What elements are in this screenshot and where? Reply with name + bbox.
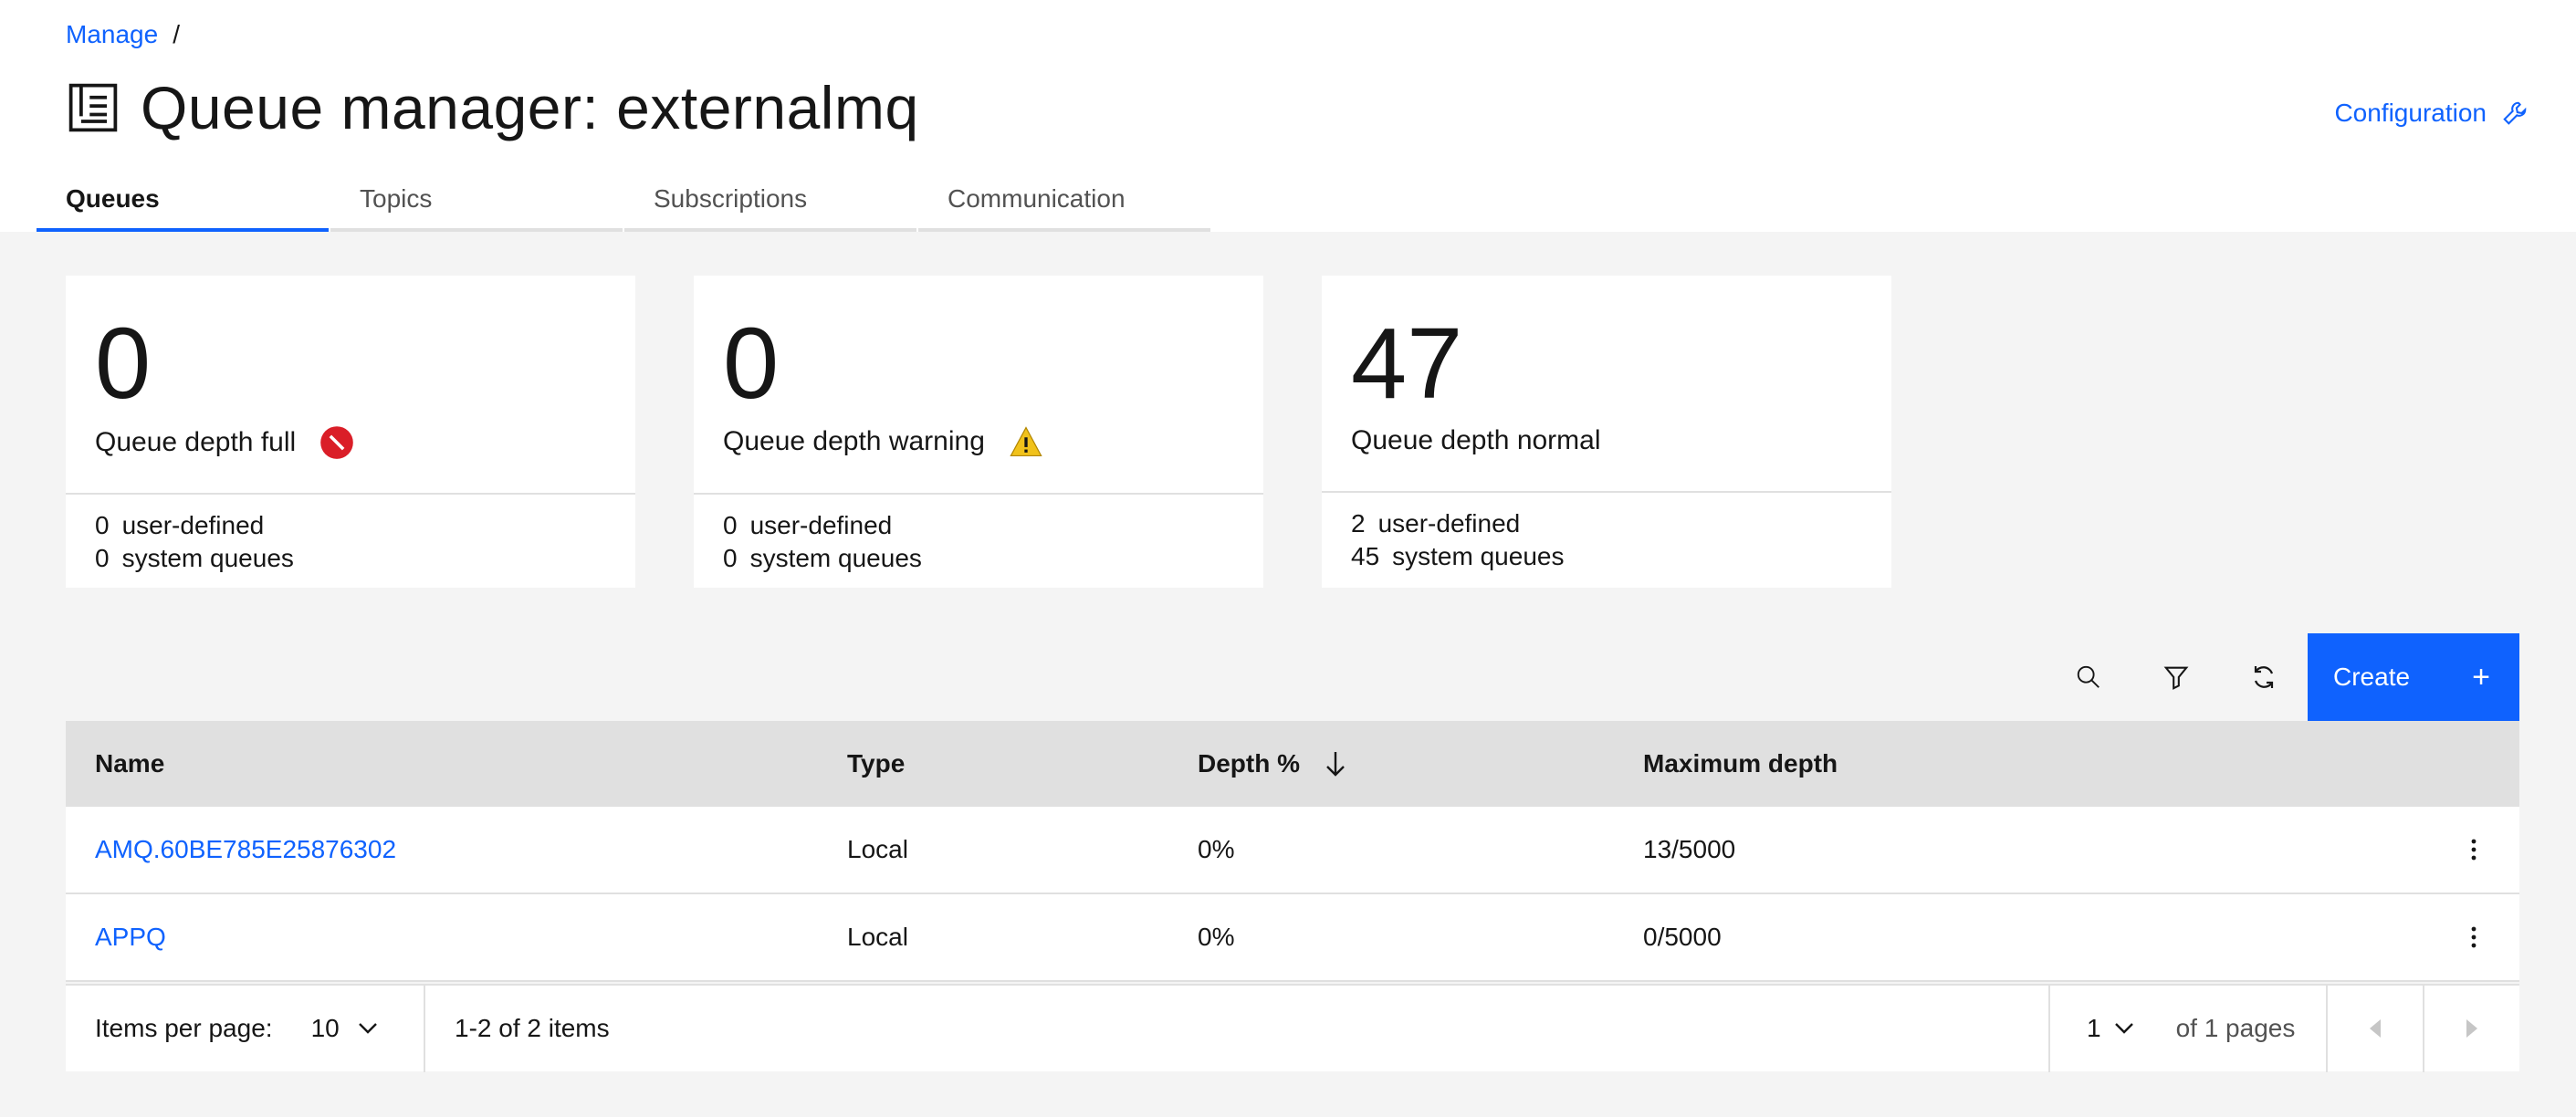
page-select[interactable]: 1 — [2087, 1014, 2134, 1043]
page-header: Manage / Queue manager: externalmq Confi… — [0, 0, 2576, 232]
tab-list: Queues Topics Subscriptions Communicatio… — [37, 177, 1212, 232]
items-range: 1-2 of 2 items — [455, 1014, 610, 1042]
filter-icon — [2163, 666, 2189, 690]
overflow-menu-icon — [2471, 926, 2477, 948]
column-header-depth-label: Depth % — [1198, 749, 1300, 778]
system-queues-count: 45 — [1351, 542, 1380, 570]
sort-descending-icon — [1326, 752, 1345, 777]
wrench-icon — [2503, 101, 2527, 125]
table-header-row: Name Type Depth % Maximum depth — [66, 721, 2519, 807]
tile-count: 47 — [1351, 308, 1463, 420]
queues-table: Name Type Depth % Maximum depth AMQ.60BE… — [66, 721, 2519, 982]
create-button[interactable]: Create + — [2308, 633, 2519, 721]
breadcrumb-separator: / — [173, 20, 180, 48]
create-label: Create — [2333, 663, 2411, 691]
tile-count: 0 — [95, 308, 152, 420]
user-defined-count: 0 — [95, 511, 110, 539]
tile-queue-depth-warning: 0 Queue depth warning 0 user-defined 0 sys… — [694, 276, 1263, 588]
chevron-down-icon — [358, 1023, 377, 1034]
queue-link[interactable]: APPQ — [95, 923, 166, 951]
chevron-down-icon — [2114, 1023, 2133, 1034]
pagination: Items per page: 10 1-2 of 2 items 1 of 1… — [66, 984, 2519, 1072]
user-defined-label: user-defined — [749, 511, 893, 539]
tile-label: Queue depth warning — [723, 426, 985, 456]
user-defined-count: 2 — [1351, 509, 1366, 538]
table-toolbar: Create + — [2045, 633, 2519, 721]
cell-max-depth: 13/5000 — [1643, 835, 1736, 863]
tile-queue-depth-normal: 47 Queue depth normal 2 user-defined 45 sy… — [1322, 276, 1891, 588]
tile-label-row: Queue depth normal — [1351, 425, 1601, 456]
table-row: APPQ Local 0% 0/5000 — [66, 894, 2519, 982]
cell-depth: 0% — [1198, 923, 1235, 951]
tile-label: Queue depth full — [95, 427, 297, 457]
previous-page-button[interactable] — [2326, 985, 2423, 1072]
cell-depth: 0% — [1198, 835, 1235, 863]
row-overflow-menu[interactable] — [2428, 838, 2519, 861]
refresh-button[interactable] — [2220, 633, 2308, 721]
tile-queue-depth-full: 0 Queue depth full 0 user-defined 0 system… — [66, 276, 635, 588]
queue-link[interactable]: AMQ.60BE785E25876302 — [95, 835, 396, 863]
page-selector: 1 of 1 pages — [2048, 985, 2326, 1072]
configuration-label: Configuration — [2334, 99, 2487, 127]
column-header-name[interactable]: Name — [66, 749, 847, 778]
tile-label-row: Queue depth full — [95, 425, 354, 460]
breadcrumb: Manage / — [66, 20, 180, 49]
system-queues-label: system queues — [749, 544, 922, 572]
cell-name: APPQ — [66, 923, 847, 952]
cell-max-depth: 0/5000 — [1643, 923, 1722, 951]
cell-name: AMQ.60BE785E25876302 — [66, 835, 847, 864]
breadcrumb-link-manage[interactable]: Manage — [66, 20, 158, 49]
tile-stats: 2 user-defined 45 system queues — [1351, 507, 1564, 573]
column-header-max-depth[interactable]: Maximum depth — [1643, 749, 2428, 778]
search-button[interactable] — [2045, 633, 2132, 721]
tile-divider — [66, 493, 635, 495]
search-icon — [2077, 665, 2100, 688]
filter-button[interactable] — [2132, 633, 2220, 721]
column-header-depth[interactable]: Depth % — [1198, 749, 1643, 778]
user-defined-count: 0 — [723, 511, 738, 539]
system-queues-count: 0 — [95, 544, 110, 572]
column-header-type[interactable]: Type — [847, 749, 1198, 778]
items-per-page: Items per page: 10 — [66, 985, 425, 1072]
tile-label-row: Queue depth warning — [723, 425, 1043, 458]
tile-stats: 0 user-defined 0 system queues — [723, 509, 922, 575]
cell-type: Local — [847, 923, 908, 951]
system-queues-label: system queues — [1392, 542, 1565, 570]
next-page-button[interactable] — [2423, 985, 2519, 1072]
caret-right-icon — [2466, 1019, 2477, 1038]
error-icon — [320, 426, 353, 459]
items-per-page-label: Items per page: — [95, 1014, 273, 1042]
tab-communication[interactable]: Communication — [918, 177, 1210, 232]
page-title: Queue manager: externalmq — [141, 74, 919, 141]
queue-manager-icon — [68, 83, 118, 132]
tab-topics[interactable]: Topics — [330, 177, 623, 232]
summary-tiles: 0 Queue depth full 0 user-defined 0 system… — [66, 276, 1950, 588]
title-row: Queue manager: externalmq — [66, 73, 919, 142]
caret-left-icon — [2370, 1019, 2381, 1038]
tab-subscriptions[interactable]: Subscriptions — [624, 177, 916, 232]
user-defined-label: user-defined — [1377, 509, 1521, 538]
warning-icon — [1010, 426, 1042, 457]
page-value: 1 — [2087, 1014, 2101, 1042]
items-per-page-select[interactable]: 10 — [311, 1014, 378, 1043]
system-queues-label: system queues — [121, 544, 294, 572]
tile-count: 0 — [723, 308, 780, 420]
refresh-icon — [2254, 666, 2274, 688]
plus-icon: + — [2472, 659, 2490, 694]
tile-divider — [1322, 491, 1891, 493]
tab-queues[interactable]: Queues — [37, 177, 329, 232]
cell-type: Local — [847, 835, 908, 863]
tile-label: Queue depth normal — [1351, 425, 1601, 455]
row-overflow-menu[interactable] — [2428, 925, 2519, 949]
items-per-page-value: 10 — [310, 1014, 340, 1042]
configuration-link[interactable]: Configuration — [2334, 99, 2529, 128]
tile-divider — [694, 493, 1263, 495]
table-row: AMQ.60BE785E25876302 Local 0% 13/5000 — [66, 807, 2519, 894]
total-pages: of 1 pages — [2175, 1014, 2296, 1042]
system-queues-count: 0 — [723, 544, 738, 572]
user-defined-label: user-defined — [121, 511, 265, 539]
overflow-menu-icon — [2471, 839, 2477, 861]
tile-stats: 0 user-defined 0 system queues — [95, 509, 294, 575]
